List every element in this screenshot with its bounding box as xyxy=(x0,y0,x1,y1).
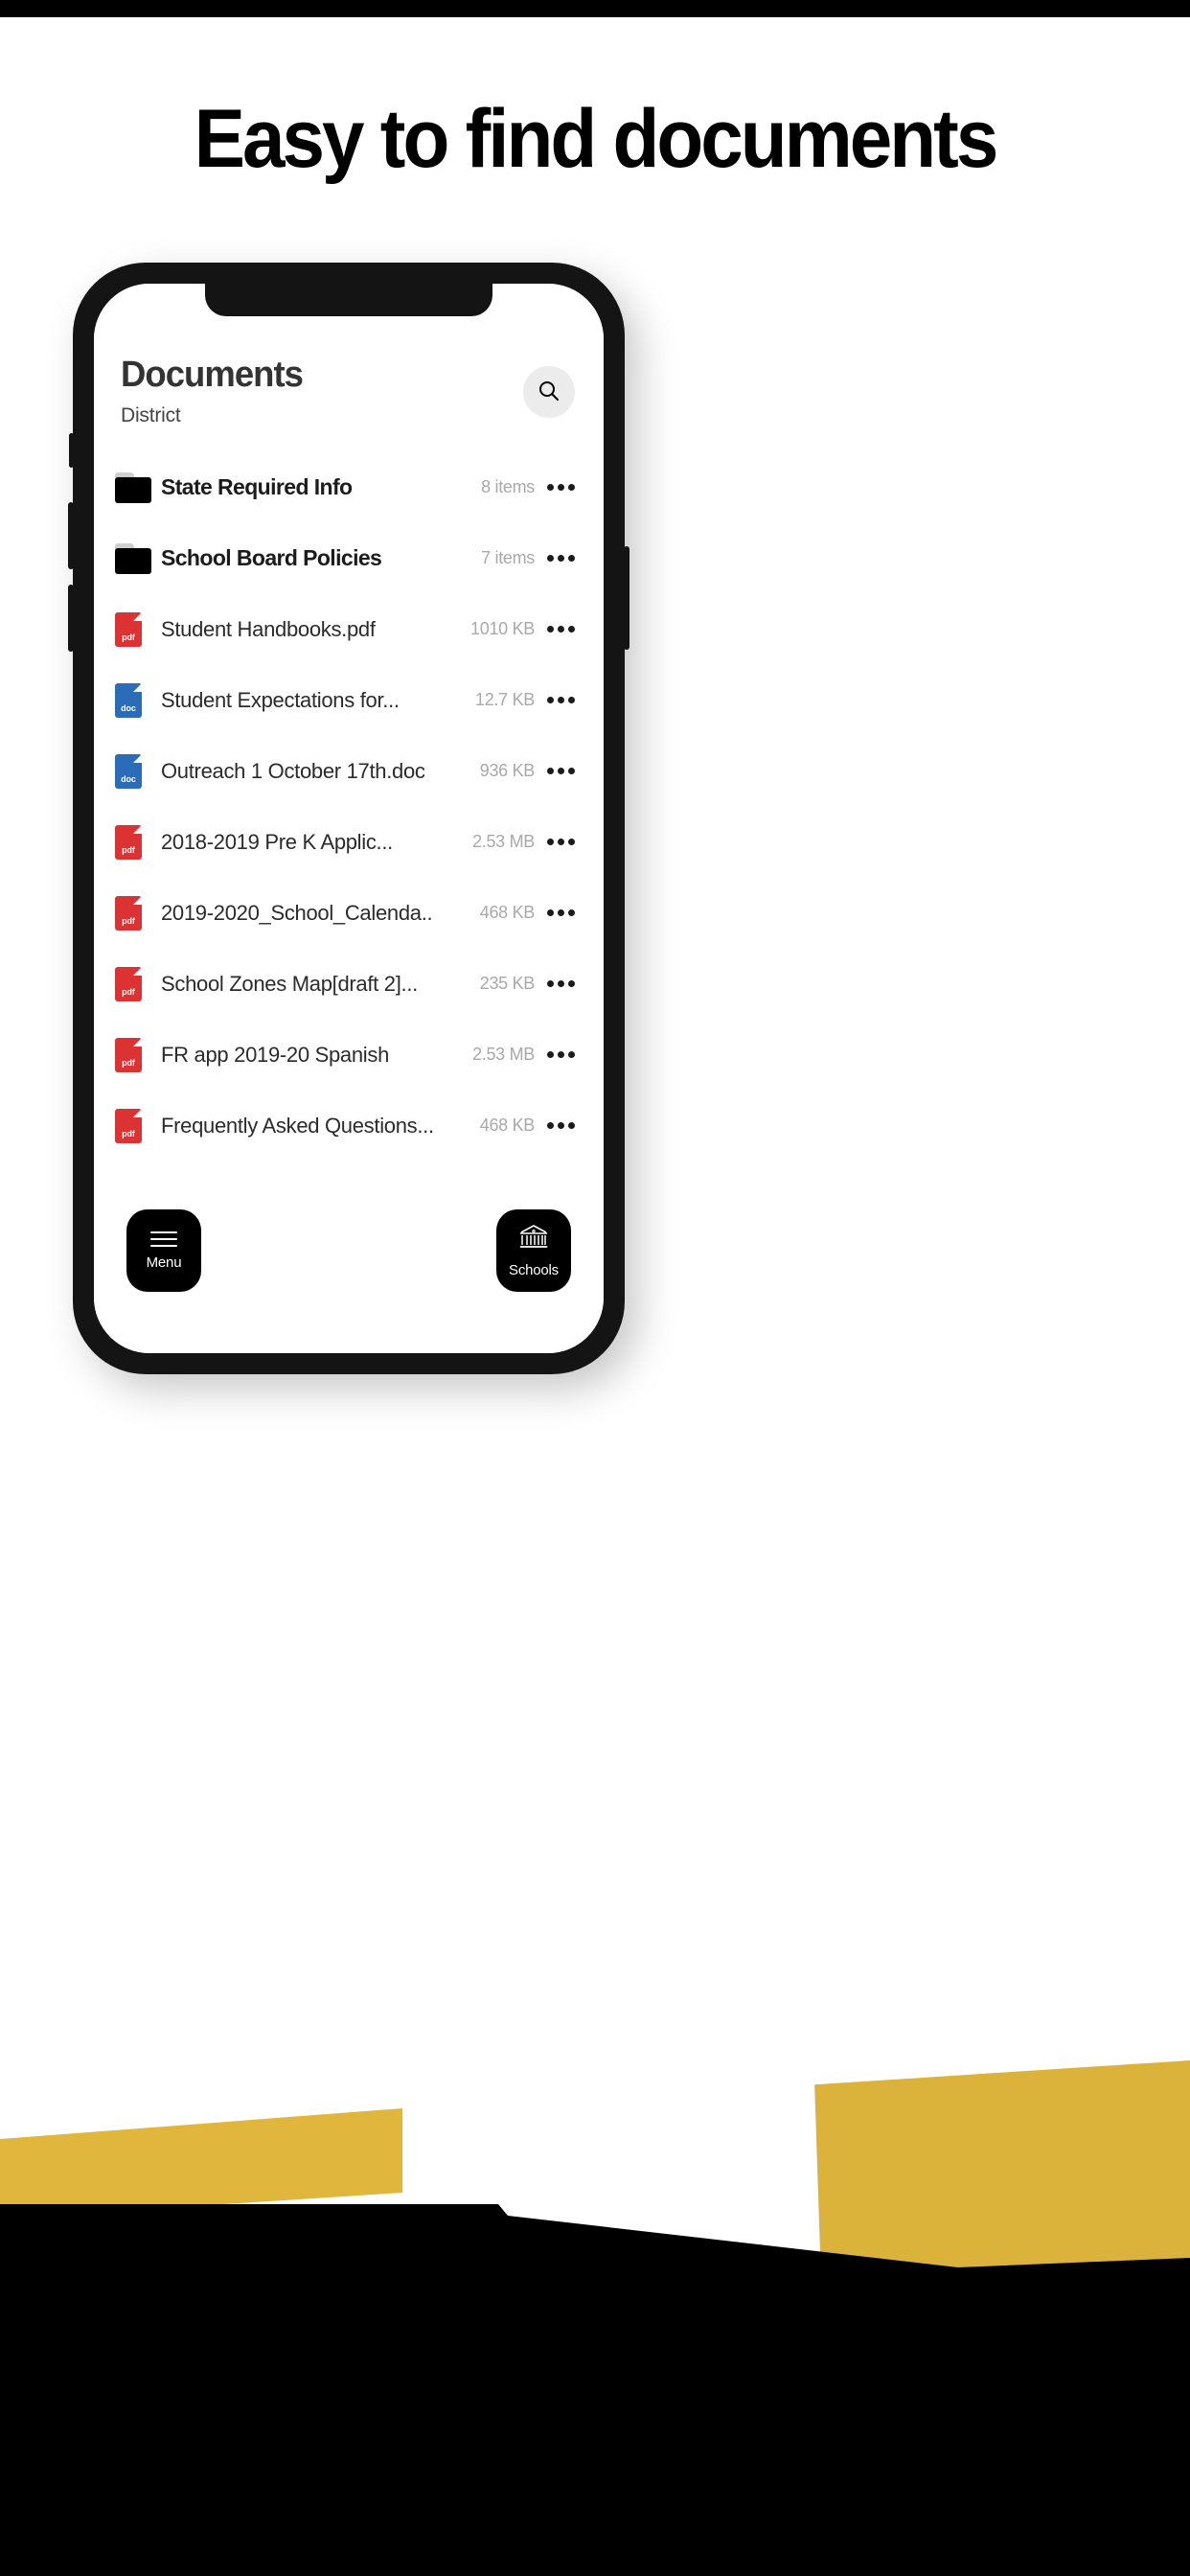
schools-button[interactable]: Schools xyxy=(496,1209,571,1292)
document-list: State Required Info 8 items School Board P… xyxy=(94,452,604,1198)
row-meta: 2.53 MB xyxy=(472,832,535,852)
row-name: 2019-2020_School_Calenda.. xyxy=(161,901,433,926)
file-row[interactable]: pdf School Zones Map[draft 2]... 235 KB xyxy=(115,949,583,1020)
row-overflow-menu-icon[interactable] xyxy=(538,909,583,917)
row-icon-slot: pdf xyxy=(115,895,157,931)
row-name: 2018-2019 Pre K Applic... xyxy=(161,830,393,855)
pdf-file-icon: pdf xyxy=(115,824,142,860)
file-row[interactable]: pdf Student Handbooks.pdf 1010 KB xyxy=(115,594,583,665)
row-overflow-menu-icon[interactable] xyxy=(538,1051,583,1059)
screen-subtitle: District xyxy=(121,403,181,426)
documents-app: Documents District State Required Info 8 … xyxy=(94,284,604,1353)
file-row[interactable]: pdf FR app 2019-20 Spanish 2.53 MB xyxy=(115,1020,583,1091)
page-title: Easy to find documents xyxy=(194,93,999,185)
row-name: Outreach 1 October 17th.doc xyxy=(161,759,425,784)
row-overflow-menu-icon[interactable] xyxy=(538,484,583,492)
phone-power-button xyxy=(624,546,629,650)
folder-row[interactable]: State Required Info 8 items xyxy=(115,452,583,523)
row-overflow-menu-icon[interactable] xyxy=(538,768,583,775)
row-meta: 468 KB xyxy=(479,903,536,923)
row-icon-slot: doc xyxy=(115,753,157,789)
file-icon-label: pdf xyxy=(122,986,135,997)
schools-button-label: Schools xyxy=(509,1262,559,1278)
row-name: State Required Info xyxy=(161,474,353,500)
screen-title: Documents xyxy=(121,355,304,395)
folder-row[interactable]: School Board Policies 7 items xyxy=(115,523,583,594)
file-icon-label: pdf xyxy=(122,915,135,926)
phone-screen: Documents District State Required Info 8 … xyxy=(94,284,604,1353)
file-icon-label: pdf xyxy=(122,844,135,855)
menu-button-label: Menu xyxy=(146,1254,182,1271)
file-icon-label: doc xyxy=(121,773,136,784)
row-name: Student Handbooks.pdf xyxy=(161,617,376,642)
bottom-navigation: Menu Schools xyxy=(94,1198,604,1353)
phone-volume-up-button xyxy=(68,502,74,569)
row-icon-slot xyxy=(115,542,157,574)
phone-mockup: Documents District State Required Info 8 … xyxy=(68,263,629,1374)
row-icon-slot: pdf xyxy=(115,1108,157,1143)
row-meta: 12.7 KB xyxy=(475,690,535,710)
row-meta: 8 items xyxy=(481,477,535,497)
row-name: School Board Policies xyxy=(161,545,382,571)
file-row[interactable]: doc Outreach 1 October 17th.doc 936 KB xyxy=(115,736,583,807)
search-button[interactable] xyxy=(523,366,575,418)
doc-file-icon: doc xyxy=(115,682,142,718)
school-building-icon xyxy=(517,1223,550,1254)
phone-notch xyxy=(205,284,492,316)
row-meta: 468 KB xyxy=(479,1116,536,1136)
file-row[interactable]: doc Student Expectations for... 12.7 KB xyxy=(115,665,583,736)
phone-silence-switch xyxy=(69,433,74,468)
file-icon-label: doc xyxy=(121,702,136,713)
row-meta: 235 KB xyxy=(479,974,536,994)
file-icon-label: pdf xyxy=(122,632,135,642)
search-icon xyxy=(537,379,561,406)
row-icon-slot: pdf xyxy=(115,824,157,860)
folder-icon xyxy=(115,472,151,503)
row-meta: 2.53 MB xyxy=(472,1045,535,1065)
row-overflow-menu-icon[interactable] xyxy=(538,626,583,633)
row-overflow-menu-icon[interactable] xyxy=(538,1122,583,1130)
row-meta: 1010 KB xyxy=(470,619,535,639)
row-icon-slot xyxy=(115,472,157,503)
row-overflow-menu-icon[interactable] xyxy=(538,697,583,704)
top-black-band xyxy=(0,0,1190,17)
row-name: FR app 2019-20 Spanish xyxy=(161,1043,390,1068)
row-overflow-menu-icon[interactable] xyxy=(538,555,583,563)
pdf-file-icon: pdf xyxy=(115,1037,142,1072)
file-icon-label: pdf xyxy=(122,1057,135,1068)
row-name: School Zones Map[draft 2]... xyxy=(161,972,418,997)
row-overflow-menu-icon[interactable] xyxy=(538,839,583,846)
file-row[interactable]: pdf 2018-2019 Pre K Applic... 2.53 MB xyxy=(115,807,583,878)
pdf-file-icon: pdf xyxy=(115,1108,142,1143)
pdf-file-icon: pdf xyxy=(115,611,142,647)
pdf-file-icon: pdf xyxy=(115,895,142,931)
row-icon-slot: pdf xyxy=(115,966,157,1001)
folder-icon xyxy=(115,542,151,574)
row-name: Student Expectations for... xyxy=(161,688,400,713)
file-icon-label: pdf xyxy=(122,1128,135,1138)
phone-volume-down-button xyxy=(68,585,74,652)
row-meta: 936 KB xyxy=(479,761,536,781)
row-name: Frequently Asked Questions... xyxy=(161,1114,434,1138)
file-row[interactable]: pdf 2019-2020_School_Calenda.. 468 KB xyxy=(115,878,583,949)
title-block: Documents District xyxy=(121,356,310,427)
row-meta: 7 items xyxy=(481,548,535,568)
bottom-black-band xyxy=(0,2557,1190,2576)
pdf-file-icon: pdf xyxy=(115,966,142,1001)
row-icon-slot: pdf xyxy=(115,1037,157,1072)
row-overflow-menu-icon[interactable] xyxy=(538,980,583,988)
doc-file-icon: doc xyxy=(115,753,142,789)
file-row[interactable]: pdf Frequently Asked Questions... 468 KB xyxy=(115,1091,583,1162)
hamburger-menu-icon xyxy=(150,1230,177,1247)
row-icon-slot: doc xyxy=(115,682,157,718)
row-icon-slot: pdf xyxy=(115,611,157,647)
menu-button[interactable]: Menu xyxy=(126,1209,201,1292)
